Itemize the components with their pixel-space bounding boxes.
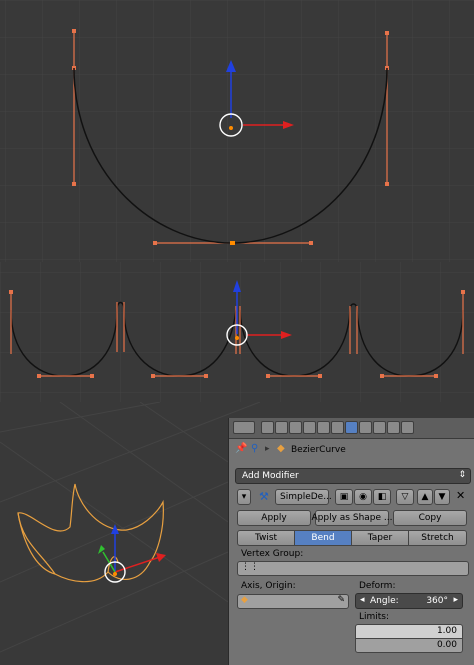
- tab-bend[interactable]: Bend: [294, 530, 352, 546]
- deform-label: Deform:: [359, 581, 396, 591]
- axis-origin-label: Axis, Origin:: [241, 581, 296, 591]
- object-cube-icon: ◆: [241, 595, 248, 605]
- limit-lower-slider[interactable]: 0.00: [355, 638, 463, 653]
- material-tab[interactable]: [373, 421, 386, 434]
- modifiers-tab[interactable]: [345, 421, 358, 434]
- copy-button[interactable]: Copy: [393, 510, 467, 526]
- tab-stretch-label: Stretch: [421, 533, 454, 543]
- eye-icon: ◉: [359, 492, 367, 502]
- increment-arrow-icon[interactable]: ▸: [453, 595, 458, 605]
- curve-data-icon: ◆: [277, 443, 285, 454]
- vertex-group-field[interactable]: ⋮⋮: [237, 561, 469, 576]
- scene-tab[interactable]: [289, 421, 302, 434]
- apply-label: Apply: [261, 513, 287, 523]
- limits-label: Limits:: [359, 612, 390, 622]
- collapse-toggle[interactable]: ▾: [237, 489, 251, 505]
- origin-object-field[interactable]: ◆ ✎: [237, 594, 349, 609]
- tab-taper[interactable]: Taper: [351, 530, 409, 546]
- modifier-header: ▾ ⚒ SimpleDe... ▣ ◉ ◧ ▽ ▲ ▼ ✕: [229, 488, 474, 506]
- eyedropper-icon[interactable]: ✎: [337, 595, 345, 605]
- wrench-icon: ⚒: [259, 490, 269, 503]
- viewport-top-canvas: [0, 0, 474, 262]
- pin-icon[interactable]: 📌: [235, 443, 247, 454]
- move-up-button[interactable]: ▲: [417, 489, 433, 505]
- triangle-icon: ▽: [401, 492, 409, 502]
- limit-upper-slider[interactable]: 1.00: [355, 624, 463, 639]
- viewport-middle-canvas: [0, 262, 474, 402]
- limit-upper-value: 1.00: [436, 626, 457, 636]
- breadcrumb: 📌 ⚲ ▸ ◆ BezierCurve: [229, 442, 474, 458]
- tab-stretch[interactable]: Stretch: [408, 530, 467, 546]
- arrow-up-icon: ▲: [421, 492, 429, 502]
- render-tab[interactable]: [261, 421, 274, 434]
- physics-tab[interactable]: [401, 421, 414, 434]
- decrement-arrow-icon[interactable]: ◂: [360, 595, 365, 605]
- camera-icon: ▣: [339, 492, 349, 502]
- vertex-group-icon: ⋮⋮: [241, 562, 259, 572]
- viewport-top[interactable]: [0, 0, 474, 262]
- tab-bend-label: Bend: [311, 533, 335, 543]
- tab-twist-label: Twist: [254, 533, 278, 543]
- arrow-down-icon: ▼: [438, 492, 446, 502]
- limit-lower-value: 0.00: [436, 640, 457, 650]
- viewport-toggle[interactable]: ◉: [354, 489, 372, 505]
- remove-modifier-icon[interactable]: ✕: [456, 489, 465, 502]
- render-toggle[interactable]: ▣: [335, 489, 353, 505]
- constraints-tab[interactable]: [331, 421, 344, 434]
- texture-tab[interactable]: [387, 421, 400, 434]
- dropdown-arrows-icon: ⇕: [458, 470, 466, 480]
- properties-panel: 📌 ⚲ ▸ ◆ BezierCurve Add Modifier ⇕ ▾ ⚒ S…: [228, 418, 474, 665]
- object-icon: ⚲: [251, 443, 259, 454]
- apply-as-shape-label: Apply as Shape ...: [311, 513, 393, 523]
- angle-value: 360°: [426, 596, 448, 606]
- add-modifier-label: Add Modifier: [242, 471, 299, 481]
- data-tab[interactable]: [359, 421, 372, 434]
- chevron-right-icon: ▸: [265, 444, 270, 454]
- chevron-down-icon: ▾: [241, 492, 247, 502]
- move-down-button[interactable]: ▼: [434, 489, 450, 505]
- editmode-icon: ◧: [377, 492, 387, 502]
- apply-as-shape-button[interactable]: Apply as Shape ...: [312, 510, 392, 526]
- add-modifier-dropdown[interactable]: Add Modifier ⇕: [235, 468, 471, 484]
- world-tab[interactable]: [303, 421, 316, 434]
- modifier-name-field[interactable]: SimpleDe...: [275, 489, 332, 505]
- properties-header: [229, 418, 474, 439]
- apply-button[interactable]: Apply: [237, 510, 311, 526]
- angle-label: Angle:: [370, 596, 399, 606]
- object-tab[interactable]: [317, 421, 330, 434]
- tab-taper-label: Taper: [367, 533, 393, 543]
- modifier-name: SimpleDe...: [280, 492, 332, 502]
- vertex-group-label: Vertex Group:: [241, 549, 304, 559]
- copy-label: Copy: [418, 513, 442, 523]
- tab-twist[interactable]: Twist: [237, 530, 295, 546]
- editor-type-button[interactable]: [233, 421, 255, 434]
- object-name: BezierCurve: [291, 445, 346, 455]
- editmode-toggle[interactable]: ◧: [373, 489, 391, 505]
- render-layers-tab[interactable]: [275, 421, 288, 434]
- viewport-middle[interactable]: [0, 262, 474, 402]
- angle-field[interactable]: ◂ Angle: 360° ▸: [355, 593, 463, 609]
- cage-toggle[interactable]: ▽: [396, 489, 414, 505]
